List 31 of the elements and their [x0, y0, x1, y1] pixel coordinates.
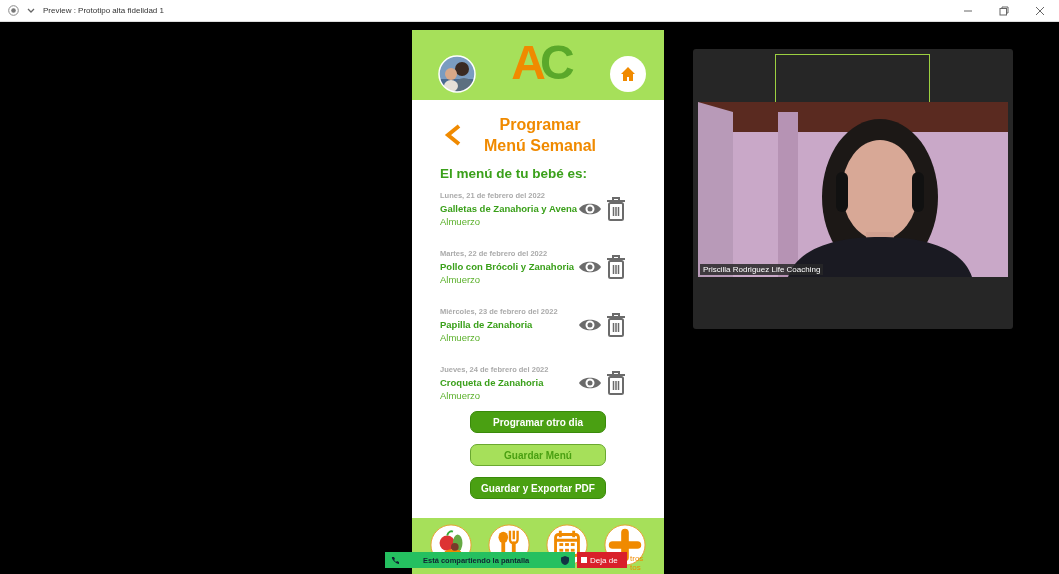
record-icon[interactable] [8, 5, 19, 16]
trash-icon[interactable] [606, 197, 626, 221]
action-button[interactable]: Programar otro dia [470, 411, 606, 433]
view-icon[interactable] [578, 375, 602, 391]
meal-type: Almuerzo [440, 332, 482, 343]
trash-icon[interactable] [606, 371, 626, 395]
meal-type: Almuerzo [440, 390, 482, 401]
action-button[interactable]: Guardar y Exportar PDF [470, 477, 606, 499]
view-icon[interactable] [578, 201, 602, 217]
view-icon[interactable] [578, 317, 602, 333]
home-icon [620, 66, 636, 82]
stop-share-button[interactable]: Deja de [577, 552, 627, 568]
view-icon[interactable] [578, 259, 602, 275]
page-title: Programar Menú Semanal [484, 115, 597, 156]
dish-name: Papilla de Zanahoria [440, 319, 534, 330]
meal-type: Almuerzo [440, 216, 482, 227]
phone-icon [391, 556, 399, 564]
app-logo: AC [511, 39, 575, 87]
meal-type: Almuerzo [440, 274, 482, 285]
chevron-down-icon[interactable] [27, 7, 35, 14]
participant-name: Priscilla Rodriguez Life Coaching [700, 264, 824, 275]
section-heading: El menú de tu bebé es: [440, 166, 589, 181]
restore-icon[interactable] [999, 5, 1009, 16]
close-icon[interactable] [1035, 5, 1045, 16]
shield-icon [561, 555, 569, 565]
trash-icon[interactable] [606, 313, 626, 337]
dish-name: Pollo con Brócoli y Zanahoria [440, 261, 574, 272]
window-title: Preview : Prototipo alta fidelidad 1 [43, 6, 164, 15]
trash-icon[interactable] [606, 255, 626, 279]
action-button[interactable]: Guardar Menú [470, 444, 606, 466]
dish-name: Croqueta de Zanahoria [440, 377, 545, 388]
